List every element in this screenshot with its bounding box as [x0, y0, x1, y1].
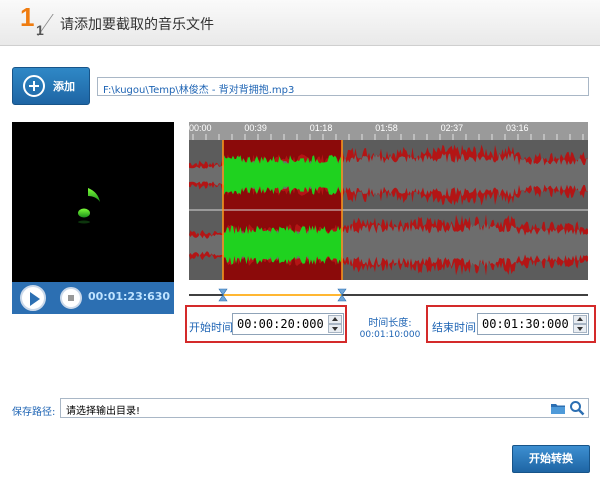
- add-file-button[interactable]: 添加: [12, 67, 90, 105]
- end-time-label: 结束时间:: [432, 321, 480, 334]
- start-time-up-button[interactable]: [328, 315, 342, 324]
- output-path-label: 保存路径:: [12, 407, 56, 418]
- ruler-label: 01:18: [310, 123, 333, 133]
- player-controls: 00:01:23:630: [12, 282, 174, 314]
- start-time-down-button[interactable]: [328, 324, 342, 333]
- duration-value: 00:01:10:000: [359, 330, 421, 340]
- play-button[interactable]: [20, 285, 46, 311]
- end-time-down-button[interactable]: [573, 324, 587, 333]
- duration-label: 时间长度:: [368, 318, 412, 329]
- ruler-label: 01:58: [375, 123, 398, 133]
- output-path-field[interactable]: 请选择输出目录!: [60, 398, 589, 418]
- duration-display: 时间长度: 00:01:10:000: [355, 314, 425, 340]
- media-player: 00:01:23:630: [12, 122, 174, 314]
- end-time-input[interactable]: 00:01:30:000: [477, 313, 589, 335]
- header: 1 1 请添加要截取的音乐文件: [0, 0, 600, 46]
- plus-icon: [23, 75, 45, 97]
- file-path-field[interactable]: F:\kugou\Temp\林俊杰 - 背对背拥抱.mp3: [97, 77, 589, 96]
- step-total: 1: [36, 22, 44, 38]
- end-time-up-button[interactable]: [573, 315, 587, 324]
- waveform-view[interactable]: 00:00 00:39 01:18 01:58 02:37 03:16: [189, 122, 588, 280]
- ruler-label: 00:39: [244, 123, 267, 133]
- ruler-label: 00:00: [189, 123, 212, 133]
- search-icon[interactable]: [569, 400, 585, 416]
- ruler-label: 02:37: [441, 123, 464, 133]
- selection-track[interactable]: [189, 286, 588, 306]
- playback-time: 00:01:23:630: [88, 290, 171, 303]
- add-file-label: 添加: [53, 80, 75, 93]
- ruler-label: 03:16: [506, 123, 529, 133]
- page-title: 请添加要截取的音乐文件: [60, 17, 214, 33]
- start-time-spinner[interactable]: [328, 315, 342, 333]
- start-time-input[interactable]: 00:00:20:000: [232, 313, 344, 335]
- end-time-group: 结束时间: 00:01:30:000: [426, 305, 596, 343]
- music-note-icon: [78, 188, 100, 224]
- folder-icon[interactable]: [550, 401, 566, 415]
- end-time-spinner[interactable]: [573, 315, 587, 333]
- start-convert-button[interactable]: 开始转换: [512, 445, 590, 473]
- stop-button[interactable]: [60, 287, 82, 309]
- start-time-group: 开始时间: 00:00:20:000: [185, 305, 347, 343]
- start-time-label: 开始时间:: [189, 321, 237, 334]
